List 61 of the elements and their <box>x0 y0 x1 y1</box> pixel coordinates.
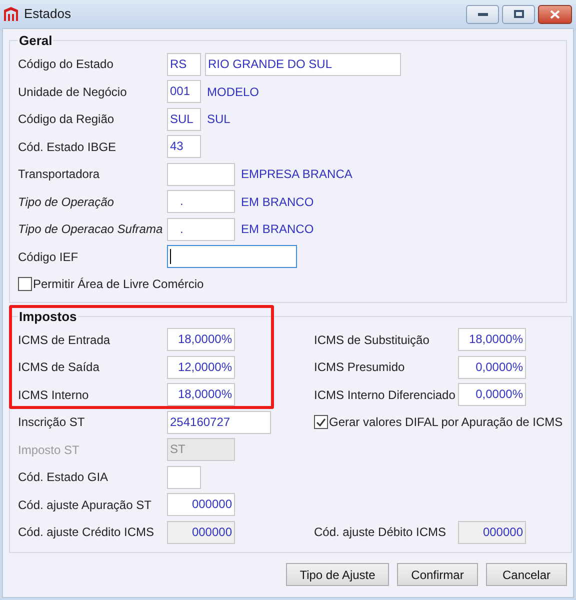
field-label: Cód. ajuste Débito ICMS <box>314 524 448 542</box>
value-text: EMPRESA BRANCA <box>241 166 352 184</box>
maximize-button[interactable] <box>502 4 535 24</box>
field-label: ICMS Interno Diferenciado <box>314 386 456 404</box>
value-text: EM BRANCO <box>241 194 314 211</box>
checkbox[interactable] <box>314 415 328 430</box>
input-field[interactable] <box>167 162 235 186</box>
input-field[interactable]: . <box>167 190 235 214</box>
checkbox-label[interactable]: Gerar valores DIFAL por Apuração de ICMS <box>329 413 563 432</box>
group-title: Geral <box>18 32 54 50</box>
field-label: ICMS de Entrada <box>18 332 112 349</box>
input-field[interactable]: 12,0000% <box>167 356 235 379</box>
input-field[interactable] <box>167 245 297 268</box>
input-field[interactable]: RS <box>167 52 201 76</box>
input-field[interactable]: RIO GRANDE DO SUL <box>205 52 401 76</box>
minimize-button[interactable] <box>466 4 499 24</box>
app-logo-icon <box>4 7 18 21</box>
field-label: ICMS de Saída <box>18 359 100 376</box>
input-field[interactable]: 001 <box>167 80 201 104</box>
value-text: MODELO <box>207 84 260 101</box>
field-label: Transportadora <box>18 166 101 184</box>
group-title: Impostos <box>18 308 78 326</box>
field-label: Código do Estado <box>18 56 114 74</box>
field-label: Tipo de Operação <box>18 194 115 211</box>
dialog-button[interactable]: Cancelar <box>486 563 567 586</box>
input-field[interactable]: 18,0000% <box>458 328 526 352</box>
field-label: Cód. Estado IBGE <box>18 138 118 156</box>
value-text: EM BRANCO <box>241 221 314 238</box>
input-field[interactable]: 18,0000% <box>167 328 235 352</box>
checkmark-icon <box>316 418 326 427</box>
field-label: Código IEF <box>18 248 80 266</box>
input-field[interactable]: 0,0000% <box>458 356 526 379</box>
input-field[interactable]: 000000 <box>458 520 526 544</box>
field-label: ICMS Interno <box>18 386 90 404</box>
checkbox[interactable] <box>18 277 32 291</box>
field-label: Imposto ST <box>18 442 80 459</box>
close-icon <box>550 10 560 18</box>
input-field[interactable]: 254160727 <box>167 410 271 434</box>
input-field[interactable]: 000000 <box>167 520 235 544</box>
checkbox-label[interactable]: Permitir Área de Livre Comércio <box>33 275 204 293</box>
field-label: ICMS Presumido <box>314 359 406 376</box>
field-label: Código da Região <box>18 111 116 128</box>
field-label: Cód. ajuste Apuração ST <box>18 496 152 514</box>
field-label: Cód. Estado GIA <box>18 469 110 486</box>
input-field[interactable]: 000000 <box>167 493 235 516</box>
input-field[interactable]: 18,0000% <box>167 383 235 406</box>
field-label: ICMS de Substituição <box>314 332 430 349</box>
input-field[interactable]: . <box>167 218 235 241</box>
field-label: Inscrição ST <box>18 414 86 432</box>
field-label: Unidade de Negócio <box>18 84 128 101</box>
field-label: Cód. ajuste Crédito ICMS <box>18 524 156 542</box>
field-label: Tipo de Operacao Suframa <box>18 221 164 238</box>
input-field[interactable] <box>167 466 201 489</box>
value-text: SUL <box>207 111 230 128</box>
dialog-button[interactable]: Tipo de Ajuste <box>286 563 389 586</box>
window-title: Estados <box>24 5 71 24</box>
close-button[interactable] <box>538 4 572 24</box>
input-field[interactable]: SUL <box>167 108 201 131</box>
input-field[interactable]: 43 <box>167 135 201 158</box>
dialog-button[interactable]: Confirmar <box>397 563 478 586</box>
input-field[interactable]: 0,0000% <box>458 383 526 406</box>
